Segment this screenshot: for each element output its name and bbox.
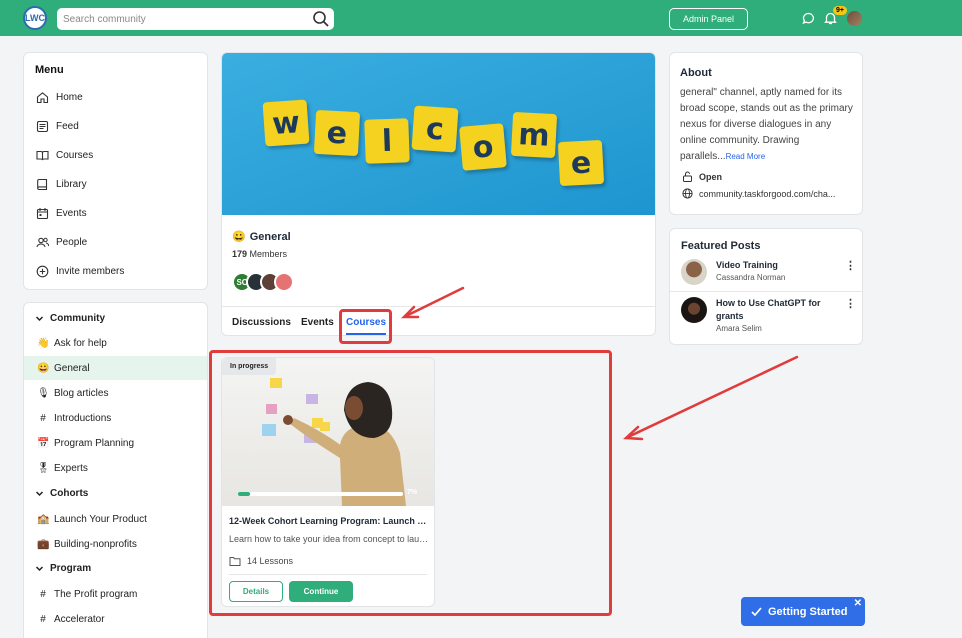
getting-started-label: Getting Started	[768, 605, 848, 618]
close-icon[interactable]: ✕	[854, 598, 862, 609]
check-icon	[751, 606, 762, 616]
getting-started-button[interactable]: Getting Started ✕	[741, 597, 865, 626]
annotation-arrows	[400, 286, 799, 441]
